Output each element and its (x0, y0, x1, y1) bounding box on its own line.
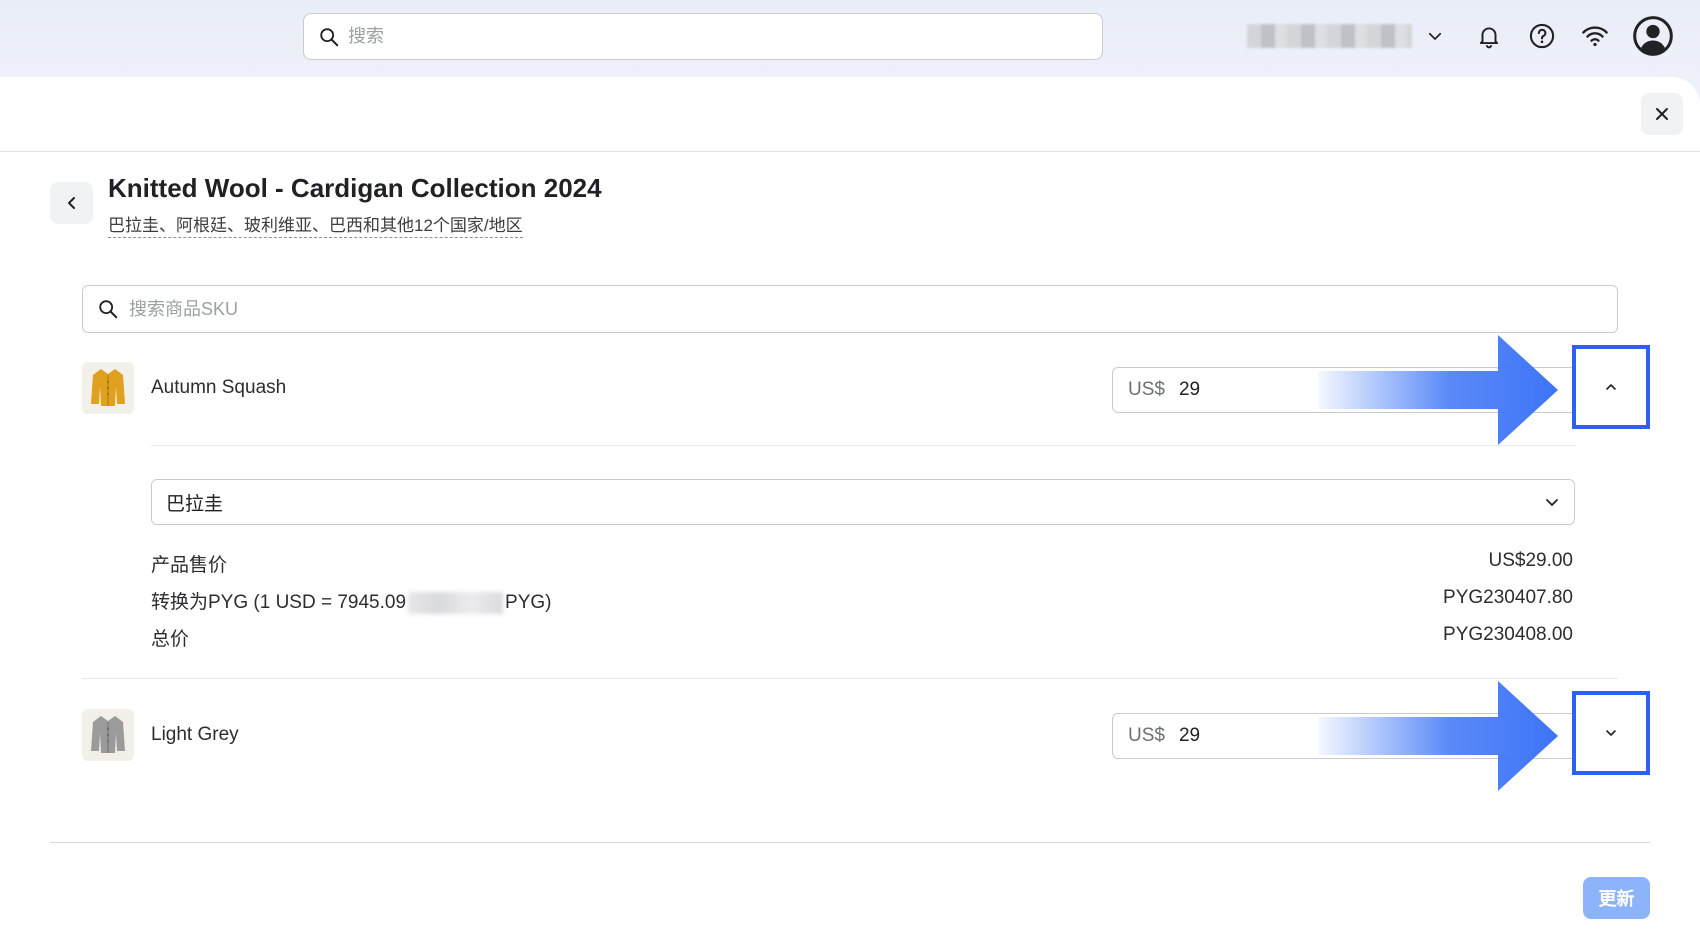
search-icon (99, 300, 118, 319)
help-icon[interactable] (1525, 19, 1559, 53)
chevron-down-icon (1606, 730, 1616, 736)
conversion-label: 转换为PYG (1 USD = 7945.09 PYG) (151, 587, 551, 614)
expand-toggle-button[interactable] (1572, 691, 1650, 775)
markets-subtitle[interactable]: 巴拉圭、阿根廷、玻利维亚、巴西和其他12个国家/地区 (108, 211, 523, 238)
store-dropdown-chevron-icon[interactable] (1418, 19, 1452, 53)
currency-prefix: US$ (1128, 379, 1165, 400)
total-value: PYG230408.00 (1443, 624, 1573, 645)
total-label: 总价 (151, 629, 190, 650)
sku-search-input[interactable] (129, 298, 1617, 320)
close-icon (1656, 108, 1668, 120)
chevron-down-icon (1546, 499, 1558, 506)
cardigan-image-icon (91, 369, 125, 406)
currency-prefix: US$ (1128, 725, 1165, 746)
product-name: Autumn Squash (151, 377, 287, 398)
close-button[interactable] (1641, 93, 1683, 135)
country-select[interactable]: 巴拉圭 (151, 479, 1575, 525)
global-search-input[interactable] (348, 26, 1102, 47)
annotation-arrow-icon (1318, 681, 1558, 791)
update-button[interactable]: 更新 (1583, 877, 1650, 919)
annotation-arrow-icon (1318, 335, 1558, 445)
edit-price-panel: Knitted Wool - Cardigan Collection 2024 … (0, 77, 1700, 942)
country-select-value: 巴拉圭 (166, 493, 224, 515)
store-name-redacted[interactable] (1247, 24, 1412, 48)
row-divider (151, 445, 1575, 446)
bell-icon[interactable] (1472, 19, 1506, 53)
sku-search[interactable] (82, 285, 1618, 333)
redacted-rate (408, 591, 504, 614)
page-title: Knitted Wool - Cardigan Collection 2024 (108, 173, 602, 203)
avatar-icon[interactable] (1633, 16, 1673, 56)
product-thumbnail-light-grey (82, 709, 134, 761)
global-search[interactable] (303, 13, 1103, 60)
header-divider (0, 151, 1700, 152)
chevron-up-icon (1606, 384, 1616, 390)
sale-price-label: 产品售价 (151, 555, 228, 576)
search-icon (320, 27, 339, 46)
top-bar (0, 0, 1700, 78)
product-thumbnail-autumn-squash (82, 362, 134, 414)
collapse-toggle-button[interactable] (1572, 345, 1650, 429)
wifi-icon[interactable] (1578, 19, 1612, 53)
footer-divider (50, 842, 1650, 843)
product-name: Light Grey (151, 724, 239, 745)
price-value-input[interactable] (1178, 379, 1299, 401)
price-value-input[interactable] (1178, 725, 1299, 747)
conversion-label-suffix: PYG) (505, 592, 552, 613)
chevron-left-icon (67, 197, 75, 209)
conversion-value: PYG230407.80 (1443, 587, 1573, 608)
cardigan-image-icon (91, 716, 125, 753)
conversion-label-prefix: 转换为PYG (1 USD = 7945.09 (151, 592, 407, 613)
product-divider (82, 678, 1618, 679)
back-button[interactable] (50, 182, 93, 224)
sale-price-value: US$29.00 (1488, 550, 1573, 571)
